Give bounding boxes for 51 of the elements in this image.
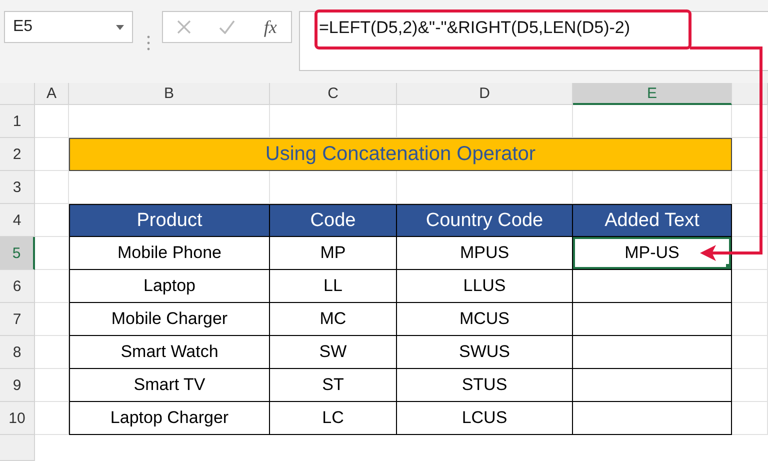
select-all-corner[interactable] xyxy=(0,83,35,105)
row-header[interactable]: 3 xyxy=(0,171,35,204)
sheet-title: Using Concatenation Operator xyxy=(69,138,732,171)
table-cell: MPUS xyxy=(397,237,573,270)
table-cell: LCUS xyxy=(397,402,573,435)
header-filler xyxy=(0,435,35,461)
table-cell: Mobile Phone xyxy=(69,237,270,270)
grid-cell[interactable] xyxy=(732,171,768,204)
name-box[interactable]: E5 xyxy=(4,11,133,43)
table-header: Country Code xyxy=(397,204,573,237)
table-cell: ST xyxy=(270,369,397,402)
row-header[interactable]: 6 xyxy=(0,270,35,303)
table-cell: MCUS xyxy=(397,303,573,336)
table-cell: Laptop xyxy=(69,270,270,303)
table-cell: SW xyxy=(270,336,397,369)
table-cell: SWUS xyxy=(397,336,573,369)
table-cell: Mobile Charger xyxy=(69,303,270,336)
row-header[interactable]: 10 xyxy=(0,402,35,435)
table-header: Product xyxy=(69,204,270,237)
column-header[interactable]: E xyxy=(573,83,732,105)
row-header[interactable]: 9 xyxy=(0,369,35,402)
table-cell: MC xyxy=(270,303,397,336)
table-cell: MP-US xyxy=(573,237,732,270)
fill-handle[interactable] xyxy=(726,264,731,269)
row-header[interactable]: 7 xyxy=(0,303,35,336)
column-header[interactable]: A xyxy=(35,83,69,105)
table-cell: LL xyxy=(270,270,397,303)
insert-function-button[interactable]: fx xyxy=(264,16,277,38)
check-icon[interactable] xyxy=(219,20,236,34)
row-header[interactable]: 4 xyxy=(0,204,35,237)
cell-reference: E5 xyxy=(13,18,33,36)
table-cell: LLUS xyxy=(397,270,573,303)
table-cell: Laptop Charger xyxy=(69,402,270,435)
column-header[interactable]: B xyxy=(69,83,270,105)
column-header[interactable]: D xyxy=(397,83,573,105)
row-header[interactable]: 2 xyxy=(0,138,35,171)
formula-field[interactable]: =LEFT(D5,2)&"-"&RIGHT(D5,LEN(D5)-2) xyxy=(299,11,768,71)
cancel-icon[interactable] xyxy=(177,20,192,34)
table-cell: STUS xyxy=(397,369,573,402)
dropdown-caret-icon[interactable] xyxy=(116,24,124,30)
column-header[interactable]: C xyxy=(270,83,397,105)
row-header[interactable]: 1 xyxy=(0,105,35,138)
table-cell: Smart Watch xyxy=(69,336,270,369)
table-cell: LC xyxy=(270,402,397,435)
row-header[interactable]: 8 xyxy=(0,336,35,369)
row-header[interactable]: 5 xyxy=(0,237,35,270)
table-cell: MP xyxy=(270,237,397,270)
table-header: Added Text xyxy=(573,204,732,237)
table-header: Code xyxy=(270,204,397,237)
grip-icon xyxy=(147,35,150,51)
table-cell: Smart TV xyxy=(69,369,270,402)
